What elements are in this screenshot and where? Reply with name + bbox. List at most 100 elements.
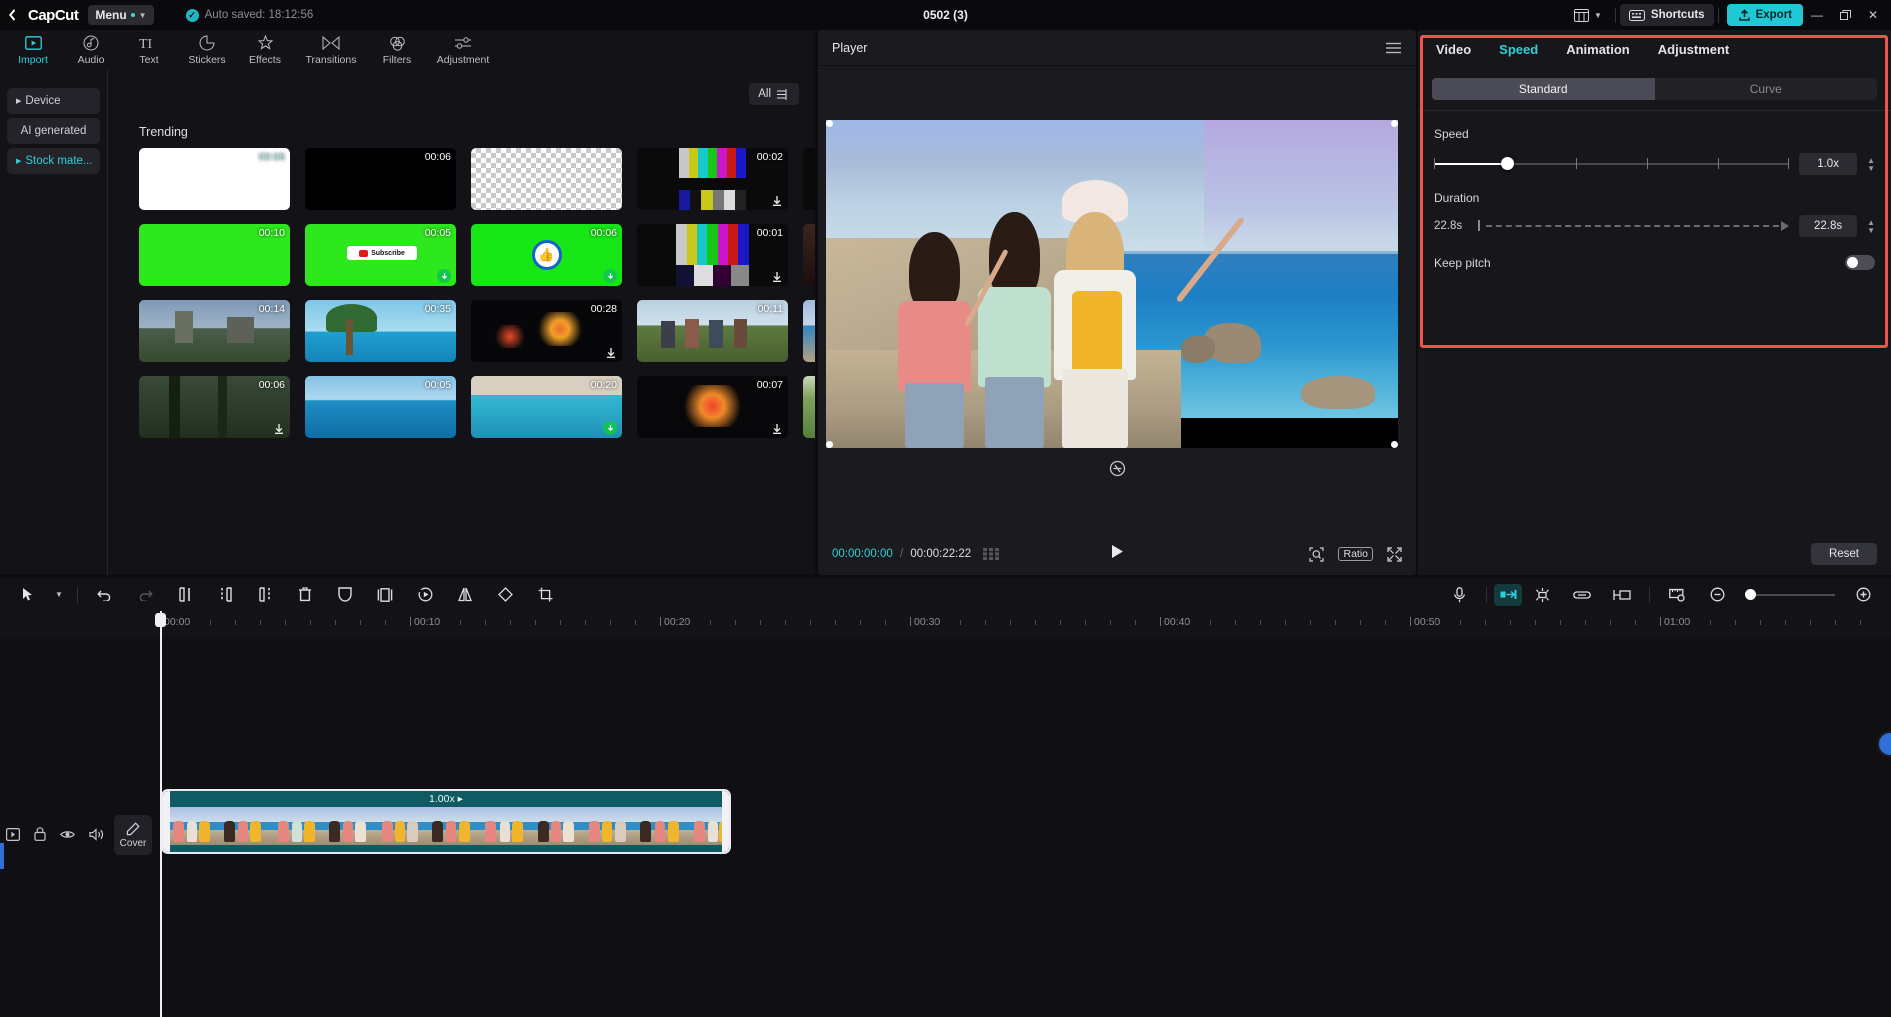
track-visibility-icon[interactable] — [60, 829, 75, 840]
reverse-button[interactable] — [405, 581, 445, 609]
split-clip-button[interactable] — [1602, 581, 1642, 609]
speed-value-field[interactable]: 1.0x — [1799, 153, 1857, 175]
maximize-button[interactable] — [1831, 3, 1859, 27]
download-icon[interactable] — [437, 269, 451, 283]
speed-mode-curve[interactable]: Curve — [1655, 78, 1878, 100]
download-icon[interactable] — [273, 423, 285, 435]
track-mute-icon[interactable] — [89, 828, 104, 841]
media-item[interactable]: 00:06 — [305, 148, 456, 210]
tool-import[interactable]: Import — [4, 30, 62, 70]
sidebar-item-stock-materials[interactable]: ▶ Stock mate... — [7, 148, 100, 174]
delete-button[interactable] — [285, 581, 325, 609]
split-mid-button[interactable] — [205, 581, 245, 609]
close-button[interactable]: ✕ — [1859, 3, 1887, 27]
duration-stepper[interactable]: ▲▼ — [1867, 219, 1875, 234]
media-item[interactable]: 00:07 — [637, 376, 788, 438]
zoom-in-button[interactable] — [1843, 581, 1883, 609]
player-menu-icon[interactable] — [1385, 42, 1402, 54]
tool-filters[interactable]: Filters — [368, 30, 426, 70]
shortcuts-button[interactable]: Shortcuts — [1620, 4, 1714, 26]
minimize-button[interactable]: — — [1803, 3, 1831, 27]
speed-mode-standard[interactable]: Standard — [1432, 78, 1655, 100]
floating-action-button[interactable] — [1877, 731, 1891, 757]
timeline-zoom-knob[interactable] — [1745, 589, 1756, 600]
select-tool-button[interactable] — [8, 581, 48, 609]
duration-value-field[interactable]: 22.8s — [1799, 215, 1857, 237]
tool-text[interactable]: TI Text — [120, 30, 178, 70]
media-item[interactable]: 00:35 — [305, 300, 456, 362]
tab-video[interactable]: Video — [1436, 42, 1471, 57]
download-icon[interactable] — [603, 421, 617, 435]
ratio-button[interactable]: Ratio — [1338, 547, 1373, 561]
tool-transitions[interactable]: Transitions — [294, 30, 368, 70]
timeline-ruler[interactable]: 00:00 00:10 00:20 00:30 00:40 — [0, 611, 1891, 637]
track-lock-icon[interactable] — [34, 827, 46, 841]
frames-view-icon[interactable] — [983, 548, 1001, 560]
media-item[interactable]: 00:01 — [803, 148, 815, 210]
tool-stickers[interactable]: Stickers — [178, 30, 236, 70]
magnifier-icon[interactable] — [1309, 547, 1324, 562]
player-stage[interactable] — [826, 120, 1398, 448]
tool-audio[interactable]: Audio — [62, 30, 120, 70]
download-icon[interactable] — [603, 269, 617, 283]
media-item[interactable]: 00:05 — [305, 376, 456, 438]
tab-speed[interactable]: Speed — [1499, 42, 1538, 57]
redo-button[interactable] — [125, 581, 165, 609]
magnet-snap-button[interactable] — [1522, 581, 1562, 609]
filter-all-button[interactable]: All — [749, 83, 799, 105]
freeze-frame-button[interactable] — [365, 581, 405, 609]
keep-pitch-toggle[interactable] — [1845, 255, 1875, 270]
clip-speed-label[interactable]: 1.00x ▸ — [163, 793, 729, 805]
select-tool-dropdown[interactable]: ▼ — [48, 581, 70, 609]
sidebar-item-ai-generated[interactable]: AI generated — [7, 118, 100, 144]
media-item[interactable]: 00:06 — [139, 148, 290, 210]
speed-slider-knob[interactable] — [1501, 157, 1514, 170]
media-item[interactable]: 00:01 — [637, 224, 788, 286]
tab-animation[interactable]: Animation — [1566, 42, 1630, 57]
sidebar-item-device[interactable]: ▶ Device — [7, 88, 100, 114]
cover-button[interactable]: Cover — [114, 815, 152, 855]
media-item[interactable] — [471, 148, 622, 210]
layout-button[interactable]: ▼ — [1565, 4, 1611, 26]
media-item[interactable]: Subscribe 00:05 — [305, 224, 456, 286]
fullscreen-icon[interactable] — [1387, 547, 1402, 562]
track-keyframe-icon[interactable] — [6, 828, 20, 841]
mirror-button[interactable] — [445, 581, 485, 609]
reset-rotation-icon[interactable] — [1109, 460, 1126, 477]
snap-toggle-button[interactable] — [1494, 584, 1522, 606]
mask-button[interactable] — [325, 581, 365, 609]
rotate-button[interactable] — [485, 581, 525, 609]
playhead-handle[interactable] — [155, 613, 166, 627]
download-icon[interactable] — [771, 423, 783, 435]
media-item[interactable]: 00:13 — [803, 376, 815, 438]
download-icon[interactable] — [771, 195, 783, 207]
media-item[interactable]: 00:23 — [803, 300, 815, 362]
timeline-zoom-slider[interactable] — [1745, 588, 1835, 602]
record-voiceover-button[interactable] — [1439, 581, 1479, 609]
media-item[interactable]: 👍 00:06 — [471, 224, 622, 286]
speed-stepper[interactable]: ▲▼ — [1867, 157, 1875, 172]
export-button[interactable]: Export — [1727, 4, 1803, 26]
play-icon[interactable] — [1111, 544, 1124, 559]
download-icon[interactable] — [771, 271, 783, 283]
media-item[interactable]: 00:10 — [139, 224, 290, 286]
tab-adjustment[interactable]: Adjustment — [1658, 42, 1730, 57]
media-item[interactable]: 00:14 — [139, 300, 290, 362]
media-item[interactable]: 00:28 — [471, 300, 622, 362]
link-clips-button[interactable] — [1562, 581, 1602, 609]
media-item[interactable]: 00:06 — [139, 376, 290, 438]
media-item[interactable]: 00:20 — [471, 376, 622, 438]
tool-adjustment[interactable]: Adjustment — [426, 30, 500, 70]
playhead[interactable] — [160, 611, 162, 1017]
split-right-button[interactable] — [245, 581, 285, 609]
media-item[interactable]: 00:02 — [637, 148, 788, 210]
speed-slider[interactable] — [1434, 156, 1789, 172]
undo-button[interactable] — [85, 581, 125, 609]
media-item[interactable]: 00:11 — [803, 224, 815, 286]
tool-effects[interactable]: Effects — [236, 30, 294, 70]
crop-button[interactable] — [525, 581, 565, 609]
reset-button[interactable]: Reset — [1811, 543, 1877, 565]
menu-button[interactable]: Menu ▼ — [88, 5, 153, 25]
zoom-out-button[interactable] — [1697, 581, 1737, 609]
download-icon[interactable] — [605, 347, 617, 359]
